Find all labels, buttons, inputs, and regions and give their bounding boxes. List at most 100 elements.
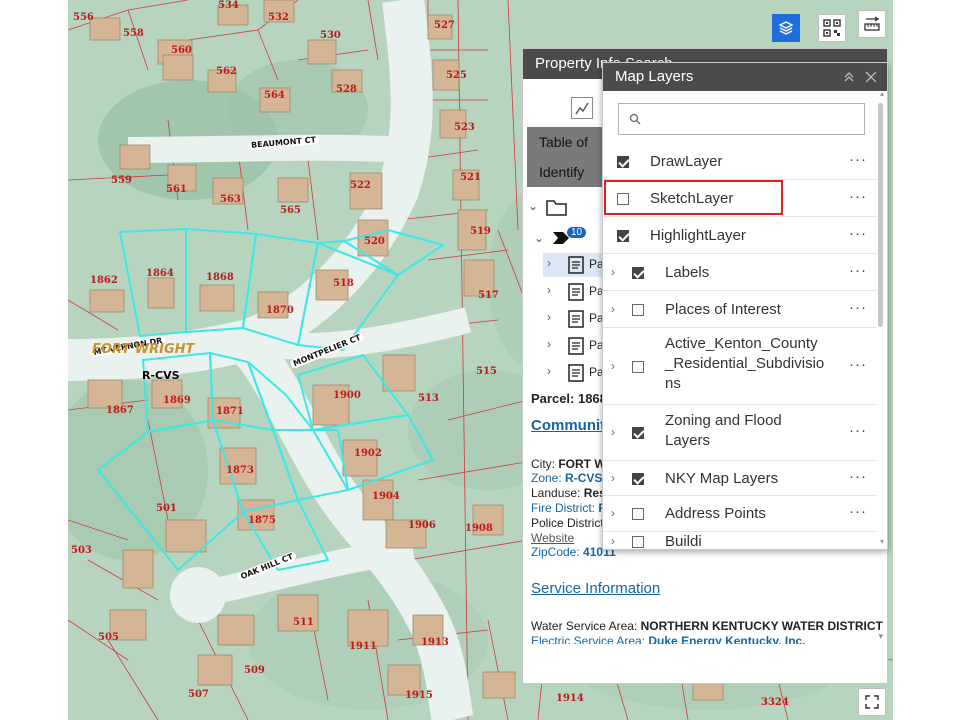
electric-label: Electric Service Area: [531, 634, 646, 644]
layer-checkbox[interactable] [617, 155, 629, 168]
parcel-number-label: 522 [350, 180, 371, 191]
close-icon[interactable] [865, 71, 877, 83]
layer-row[interactable]: DrawLayer ··· [603, 143, 877, 180]
layer-row[interactable]: › Address Points ··· [603, 496, 877, 532]
parcel-number-label: 532 [268, 12, 289, 23]
chevron-right-icon[interactable]: › [611, 359, 615, 373]
more-options-icon[interactable]: ··· [849, 468, 867, 485]
folder-icon [546, 200, 567, 216]
chevron-right-icon[interactable]: › [611, 506, 615, 520]
zip-label: ZipCode: [531, 545, 580, 559]
report-button[interactable] [571, 97, 593, 119]
layer-checkbox[interactable] [632, 508, 644, 520]
sketchlayer-highlight-box [604, 180, 783, 215]
layer-checkbox[interactable] [617, 229, 629, 242]
layers-icon [778, 21, 794, 35]
more-options-icon[interactable]: ··· [849, 503, 867, 520]
tree-parcel-item[interactable]: › Pa [543, 253, 604, 277]
parcel-number-label: 1914 [556, 693, 584, 704]
zone-value: R-CVS [565, 471, 603, 485]
layer-row[interactable]: HighlightLayer ··· [603, 217, 877, 254]
parcel-number-label: 503 [71, 545, 92, 556]
chevron-right-icon: › [547, 337, 551, 351]
chevron-right-icon[interactable]: › [611, 471, 615, 485]
more-options-icon[interactable]: ··· [849, 422, 867, 439]
layer-label: Labels [665, 263, 710, 281]
fullscreen-button[interactable] [858, 688, 886, 716]
layer-checkbox[interactable] [632, 536, 644, 548]
app-window: 556 558 534 532 530 527 560 562 564 528 525 523 559 5… [0, 0, 960, 720]
layers-scrollbar[interactable] [878, 103, 883, 327]
community-heading[interactable]: Communit [531, 417, 605, 434]
more-options-icon[interactable]: ··· [849, 356, 867, 373]
layer-checkbox[interactable] [632, 472, 644, 485]
qr-code-button[interactable] [818, 14, 846, 42]
tab-identify[interactable]: Identify [527, 157, 607, 187]
website-link[interactable]: Website [531, 531, 574, 545]
layer-search-input[interactable] [618, 103, 865, 135]
police-district-label: Police District [531, 516, 604, 530]
parcel-number-label: 1864 [146, 268, 174, 279]
parcel-number-label: 1862 [90, 275, 118, 286]
layer-row[interactable]: › Places of Interest ··· [603, 291, 877, 328]
more-options-icon[interactable]: ··· [849, 151, 867, 168]
more-options-icon[interactable]: ··· [849, 299, 867, 316]
layer-row[interactable]: › Buildi [603, 532, 877, 549]
parcel-number-label: 528 [336, 84, 357, 95]
landuse-label: Landuse: [531, 486, 581, 500]
more-options-icon[interactable]: ··· [849, 262, 867, 279]
parcel-number-label: 511 [293, 617, 314, 628]
parcel-number-label: 562 [216, 66, 237, 77]
chevron-down-icon: ⌄ [534, 231, 545, 245]
layer-checkbox[interactable] [632, 266, 644, 279]
scroll-up-icon[interactable]: ▴ [880, 89, 884, 98]
qr-icon [823, 19, 841, 37]
parcel-number-label: 520 [364, 236, 385, 247]
water-service-row: Water Service Area: NORTHERN KENTUCKY WA… [531, 619, 883, 633]
measure-button[interactable] [858, 10, 886, 38]
scroll-down-icon[interactable]: ▾ [878, 631, 883, 642]
layers-button[interactable] [772, 14, 800, 42]
parcel-number-label: 527 [434, 20, 455, 31]
parcel-number-label: 1871 [216, 406, 244, 417]
chevron-right-icon[interactable]: › [611, 425, 615, 439]
zone-row[interactable]: Zone: R-CVS [531, 471, 602, 485]
document-icon [568, 256, 584, 274]
more-options-icon[interactable]: ··· [849, 225, 867, 242]
layer-label: Active_Kenton_County _Residential_Subdiv… [665, 335, 825, 392]
search-icon [629, 113, 641, 125]
parcel-number-label: 556 [73, 12, 94, 23]
parcel-number-label: 505 [98, 632, 119, 643]
layer-checkbox[interactable] [632, 360, 644, 373]
map-layers-header: Map Layers [603, 63, 887, 91]
chevron-right-icon[interactable]: › [611, 265, 615, 279]
service-info-heading[interactable]: Service Information [531, 580, 660, 597]
parcel-number-label: 1900 [333, 390, 361, 401]
chevron-right-icon[interactable]: › [611, 302, 615, 316]
tab-table-of-contents[interactable]: Table of Co [527, 127, 607, 180]
electric-service-row[interactable]: Electric Service Area: Duke Energy Kentu… [531, 634, 806, 644]
layer-checkbox[interactable] [632, 427, 644, 439]
city-row: City: FORT W [531, 457, 606, 471]
layer-row[interactable]: › Labels ··· [603, 254, 877, 291]
layer-row[interactable]: › Active_Kenton_County _Residential_Subdi… [603, 328, 877, 405]
layer-row[interactable]: › Zoning and Flood Layers ··· [603, 405, 877, 461]
electric-value: Duke Energy Kentucky, Inc. [648, 634, 806, 644]
parcel-number-label: 1870 [266, 305, 294, 316]
more-options-icon[interactable]: ··· [849, 188, 867, 205]
parcel-number-label: 534 [218, 0, 239, 11]
fire-district-row[interactable]: Fire District: F [531, 501, 606, 515]
chevron-right-icon[interactable]: › [611, 534, 615, 548]
parcel-number-label: 558 [123, 28, 144, 39]
layer-label: Places of Interest [665, 300, 781, 318]
parcel-number-label: 525 [446, 70, 467, 81]
scroll-down-icon[interactable]: ▾ [880, 537, 884, 546]
water-label: Water Service Area: [531, 619, 638, 633]
parcel-number-label: 559 [111, 175, 132, 186]
layer-row[interactable]: › NKY Map Layers ··· [603, 461, 877, 496]
document-icon [568, 364, 584, 382]
parcel-number-label: 513 [418, 393, 439, 404]
zone-label: Zone: [531, 471, 562, 485]
layer-checkbox[interactable] [632, 303, 644, 316]
collapse-icon[interactable] [843, 71, 855, 83]
